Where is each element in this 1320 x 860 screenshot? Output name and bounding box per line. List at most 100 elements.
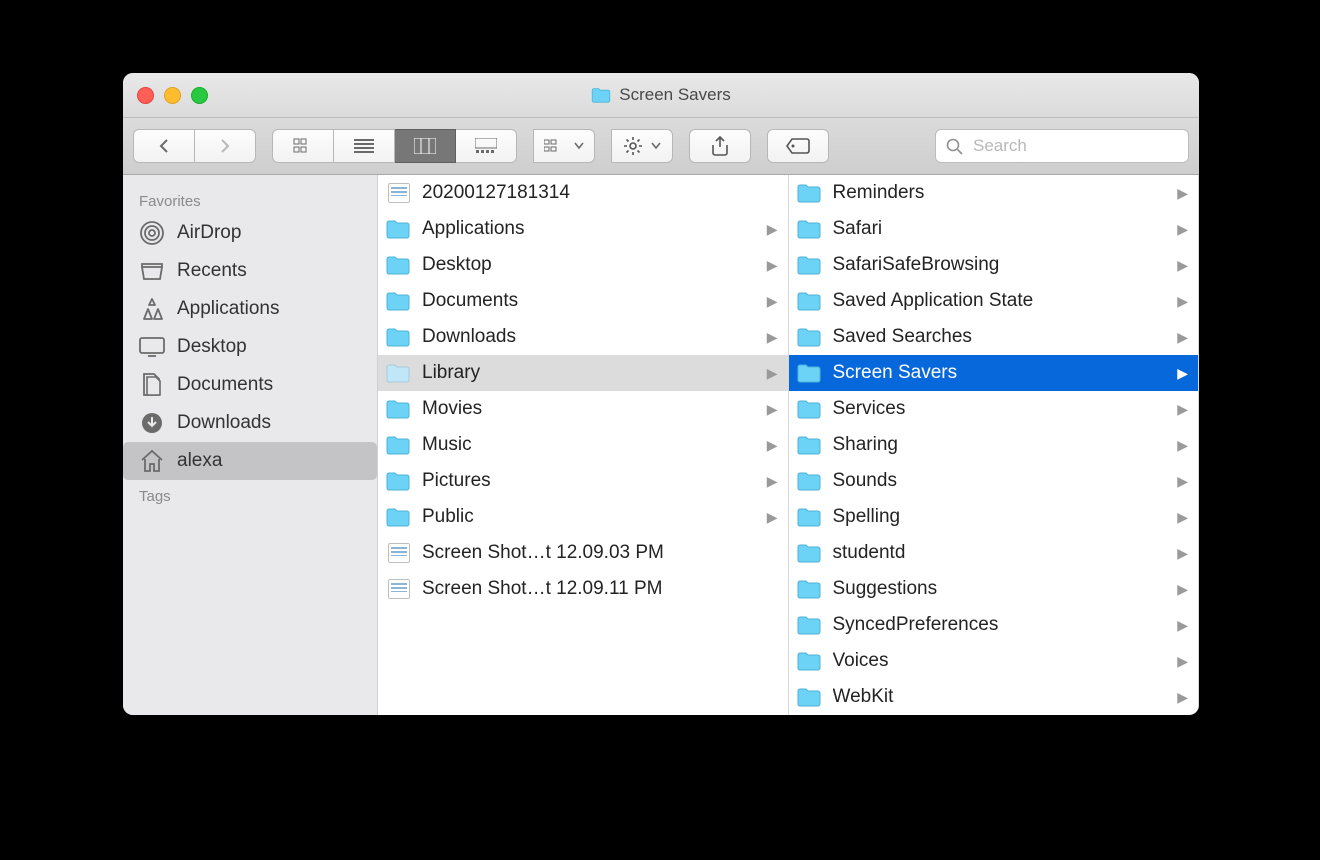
list-item[interactable]: Applications▶	[378, 211, 788, 247]
disclosure-arrow-icon: ▶	[1177, 437, 1188, 454]
action-dropdown[interactable]	[611, 129, 673, 163]
list-item-label: Screen Shot…t 12.09.11 PM	[422, 578, 778, 600]
sidebar-item-applications[interactable]: Applications	[123, 290, 377, 328]
group-button[interactable]	[533, 129, 595, 163]
disclosure-arrow-icon: ▶	[767, 473, 778, 490]
list-item[interactable]: 20200127181314	[378, 175, 788, 211]
sidebar-item-downloads[interactable]: Downloads	[123, 404, 377, 442]
list-item[interactable]: SafariSafeBrowsing▶	[789, 247, 1199, 283]
column-view: 20200127181314Applications▶Desktop▶Docum…	[378, 175, 1199, 715]
window-title: Screen Savers	[591, 85, 731, 105]
sidebar[interactable]: FavoritesAirDropRecentsApplicationsDeskt…	[123, 175, 378, 715]
gallery-view-button[interactable]	[456, 129, 517, 163]
list-item[interactable]: Safari ▶	[789, 211, 1199, 247]
close-window-button[interactable]	[137, 87, 154, 104]
window-title-text: Screen Savers	[619, 85, 731, 105]
list-item[interactable]: Movies▶	[378, 391, 788, 427]
list-item[interactable]: Saved Application State▶	[789, 283, 1199, 319]
finder-window: Screen Savers	[123, 73, 1199, 715]
folder-icon	[797, 326, 823, 348]
column-0[interactable]: 20200127181314Applications▶Desktop▶Docum…	[378, 175, 789, 715]
list-item[interactable]: Screen Shot…t 12.09.11 PM	[378, 571, 788, 607]
list-item[interactable]: Sounds▶	[789, 463, 1199, 499]
list-item[interactable]: Reminders▶	[789, 175, 1199, 211]
icon-view-button[interactable]	[272, 129, 334, 163]
list-item[interactable]: studentd ▶	[789, 535, 1199, 571]
folder-icon	[797, 506, 823, 528]
column-1[interactable]: Reminders▶Safari▶SafariSafeBrowsing▶Save…	[789, 175, 1200, 715]
search-icon	[946, 138, 963, 155]
disclosure-arrow-icon: ▶	[1177, 581, 1188, 598]
folder-icon	[797, 686, 823, 708]
folder-icon	[797, 182, 823, 204]
list-view-button[interactable]	[334, 129, 395, 163]
list-item[interactable]: Desktop▶	[378, 247, 788, 283]
list-item-label: Screen Shot…t 12.09.03 PM	[422, 542, 778, 564]
search-input[interactable]	[971, 135, 1196, 157]
sidebar-item-label: Applications	[177, 298, 279, 320]
window-controls	[137, 87, 208, 104]
list-item[interactable]: Suggestions▶	[789, 571, 1199, 607]
list-item-label: Safari	[833, 218, 1168, 240]
list-item[interactable]: Saved Searches ▶	[789, 319, 1199, 355]
disclosure-arrow-icon: ▶	[1177, 293, 1188, 310]
list-item-label: Spelling	[833, 506, 1168, 528]
sidebar-item-desktop[interactable]: Desktop	[123, 328, 377, 366]
list-item[interactable]: Public▶	[378, 499, 788, 535]
list-item[interactable]: Screen Shot…t 12.09.03 PM	[378, 535, 788, 571]
list-item[interactable]: SyncedPreferences▶	[789, 607, 1199, 643]
list-item[interactable]: Screen Savers▶	[789, 355, 1199, 391]
sidebar-item-alexa[interactable]: alexa	[123, 442, 377, 480]
list-item[interactable]: Services▶	[789, 391, 1199, 427]
disclosure-arrow-icon: ▶	[767, 437, 778, 454]
list-item-label: Documents	[422, 290, 757, 312]
list-item[interactable]: Sharing▶	[789, 427, 1199, 463]
share-button[interactable]	[689, 129, 751, 163]
downloads-icon	[139, 410, 165, 436]
list-item-label: WebKit	[833, 686, 1168, 708]
back-button[interactable]	[133, 129, 195, 163]
home-icon	[139, 448, 165, 474]
disclosure-arrow-icon: ▶	[1177, 545, 1188, 562]
zoom-window-button[interactable]	[191, 87, 208, 104]
sidebar-item-airdrop[interactable]: AirDrop	[123, 214, 377, 252]
disclosure-arrow-icon: ▶	[767, 257, 778, 274]
folder-icon	[386, 290, 412, 312]
folder-icon	[797, 290, 823, 312]
folder-icon	[797, 578, 823, 600]
disclosure-arrow-icon: ▶	[1177, 221, 1188, 238]
disclosure-arrow-icon: ▶	[1177, 617, 1188, 634]
forward-button[interactable]	[195, 129, 256, 163]
folder-icon	[386, 506, 412, 528]
sidebar-item-recents[interactable]: Recents	[123, 252, 377, 290]
list-item[interactable]: Pictures▶	[378, 463, 788, 499]
minimize-window-button[interactable]	[164, 87, 181, 104]
list-item-label: Applications	[422, 218, 757, 240]
disclosure-arrow-icon: ▶	[1177, 509, 1188, 526]
file-icon	[386, 578, 412, 600]
action-button[interactable]	[611, 129, 673, 163]
disclosure-arrow-icon: ▶	[1177, 329, 1188, 346]
documents-icon	[139, 372, 165, 398]
list-item[interactable]: Voices▶	[789, 643, 1199, 679]
list-item[interactable]: Documents▶	[378, 283, 788, 319]
list-item-label: Saved Searches	[833, 326, 1168, 348]
folder-icon	[797, 614, 823, 636]
list-item[interactable]: Library▶	[378, 355, 788, 391]
list-item-label: studentd	[833, 542, 1168, 564]
titlebar[interactable]: Screen Savers	[123, 73, 1199, 118]
sidebar-item-documents[interactable]: Documents	[123, 366, 377, 404]
toolbar	[123, 118, 1199, 175]
list-item-label: 20200127181314	[422, 182, 778, 204]
search-field[interactable]	[935, 129, 1189, 163]
list-item[interactable]: Downloads▶	[378, 319, 788, 355]
list-item[interactable]: Music▶	[378, 427, 788, 463]
list-item-label: Voices	[833, 650, 1168, 672]
column-view-button[interactable]	[395, 129, 456, 163]
share-icon	[711, 136, 729, 156]
group-dropdown[interactable]	[533, 129, 595, 163]
tags-button[interactable]	[767, 129, 829, 163]
list-item-label: Library	[422, 362, 757, 384]
list-item[interactable]: WebKit▶	[789, 679, 1199, 715]
list-item[interactable]: Spelling ▶	[789, 499, 1199, 535]
